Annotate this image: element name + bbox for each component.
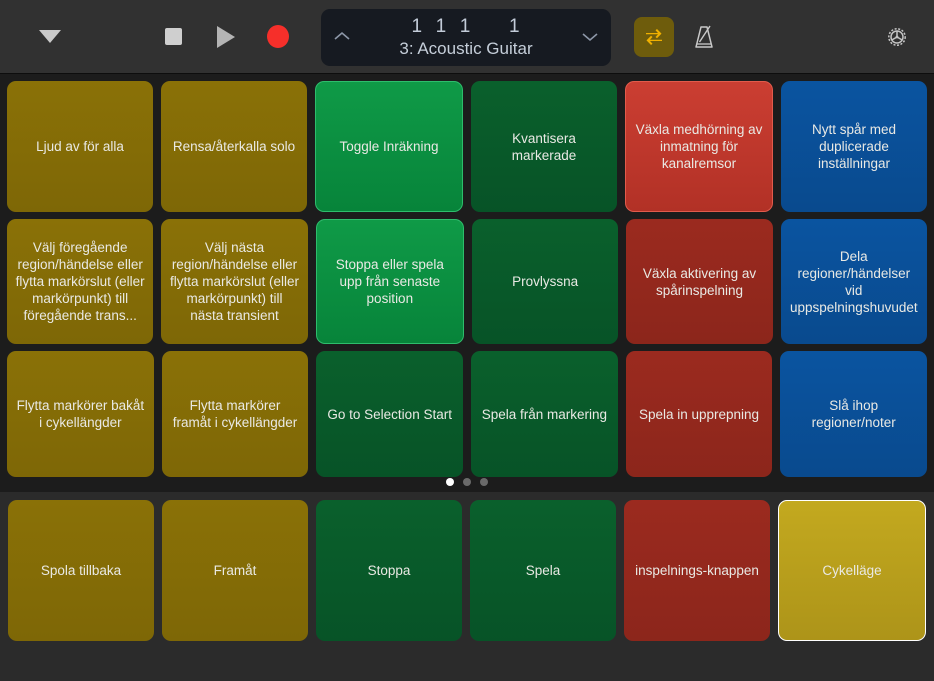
grid-cell[interactable]: Växla aktivering av spårinspelning <box>626 219 773 344</box>
grid-cell[interactable]: Spela från markering <box>471 351 618 477</box>
toolbar-right-icons <box>634 17 724 57</box>
page-indicator[interactable] <box>0 478 934 486</box>
cycle-toggle-button[interactable] <box>634 17 674 57</box>
grid-cell[interactable]: Go to Selection Start <box>316 351 464 477</box>
grid-cell[interactable]: Dela regioner/händelser vid uppspelnings… <box>780 219 927 344</box>
grid-cell[interactable]: Spela in upprepning <box>625 351 773 477</box>
grid-cell[interactable]: Kvantisera markerade <box>471 81 617 212</box>
cycle-loop-icon <box>646 29 662 45</box>
grid-cell[interactable]: Flytta markörer framåt i cykellängder <box>161 351 309 477</box>
lcd-readout: 1 1 1 1 3: Acoustic Guitar <box>353 16 579 59</box>
lcd-up-chevron-icon[interactable] <box>331 30 353 46</box>
grid-cell[interactable]: Välj nästa region/händelse eller flytta … <box>161 219 308 344</box>
record-button-large[interactable]: inspelnings-knappen <box>624 500 770 641</box>
record-icon <box>267 25 289 48</box>
forward-button[interactable]: Framåt <box>162 500 308 641</box>
gear-icon <box>888 28 906 46</box>
command-grid: Ljud av för alla Rensa/återkalla solo To… <box>0 74 934 492</box>
grid-cell[interactable]: Toggle Inräkning <box>315 81 463 212</box>
page-dot-3[interactable] <box>480 478 488 486</box>
grid-cell[interactable]: Stoppa eller spela upp från senaste posi… <box>315 219 464 344</box>
triangle-down-icon <box>39 30 61 43</box>
lcd-display[interactable]: 1 1 1 1 3: Acoustic Guitar <box>321 9 611 66</box>
stop-button-large[interactable]: Stoppa <box>316 500 462 641</box>
rewind-button[interactable]: Spola tillbaka <box>8 500 154 641</box>
grid-cell[interactable]: Nytt spår med duplicerade inställningar <box>781 81 927 212</box>
stop-icon <box>165 28 182 45</box>
grid-cell[interactable]: Provlyssna <box>471 219 619 344</box>
lcd-down-chevron-icon[interactable] <box>579 30 601 46</box>
page-dot-1[interactable] <box>446 478 454 486</box>
record-button[interactable] <box>267 25 289 48</box>
grid-cell[interactable]: Rensa/återkalla solo <box>161 81 307 212</box>
bottom-row: Spola tillbaka Framåt Stoppa Spela inspe… <box>8 500 926 641</box>
lcd-position-value: 1 1 1 1 <box>411 16 521 37</box>
metronome-icon <box>695 25 713 48</box>
grid-row-3: Flytta markörer bakåt i cykellängder Fly… <box>7 351 928 477</box>
grid-cell[interactable]: Flytta markörer bakåt i cykellängder <box>7 351 154 477</box>
play-button-large[interactable]: Spela <box>470 500 616 641</box>
play-button[interactable] <box>214 25 235 48</box>
lcd-track-name: 3: Acoustic Guitar <box>399 39 533 58</box>
page-dot-2[interactable] <box>463 478 471 486</box>
grid-cell[interactable]: Ljud av för alla <box>7 81 153 212</box>
transport-button-bar: Spola tillbaka Framåt Stoppa Spela inspe… <box>0 492 934 681</box>
top-toolbar: 1 1 1 1 3: Acoustic Guitar <box>0 0 934 74</box>
menu-button[interactable] <box>30 17 70 57</box>
grid-cell[interactable]: Välj föregående region/händelse eller fl… <box>7 219 154 344</box>
grid-cell[interactable]: Växla medhörning av inmatning för kanalr… <box>625 81 773 212</box>
settings-button[interactable] <box>878 18 916 56</box>
play-icon <box>217 25 235 48</box>
grid-cell[interactable]: Slå ihop regioner/noter <box>780 351 928 477</box>
grid-row-2: Välj föregående region/händelse eller fl… <box>7 219 927 344</box>
stop-button[interactable] <box>165 28 182 45</box>
transport-controls <box>165 25 289 48</box>
grid-row-1: Ljud av för alla Rensa/återkalla solo To… <box>7 81 927 212</box>
metronome-button[interactable] <box>684 17 724 57</box>
cycle-mode-button[interactable]: Cykelläge <box>778 500 926 641</box>
